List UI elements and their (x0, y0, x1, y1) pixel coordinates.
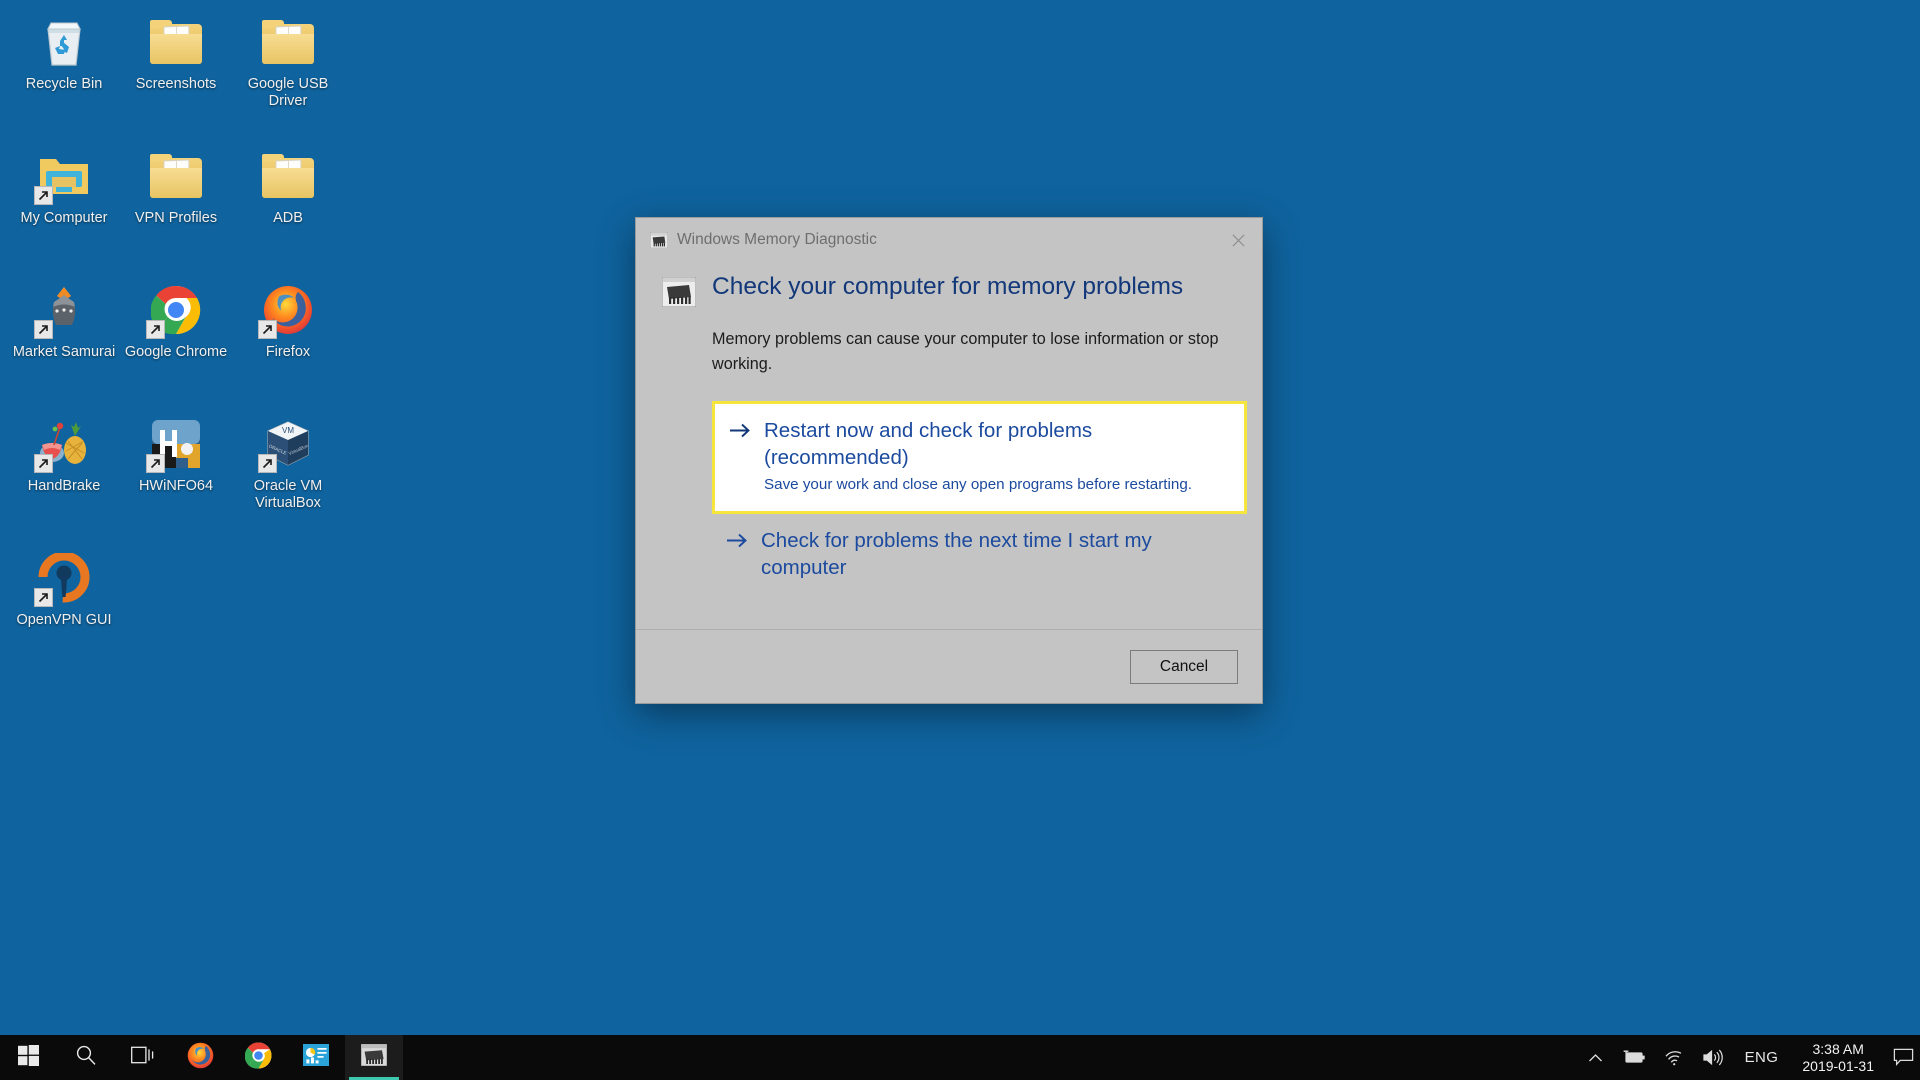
memory-chip-icon (360, 1043, 388, 1071)
firefox-icon (187, 1042, 214, 1074)
hwinfo-icon (146, 416, 204, 473)
desktop-icon-vpn-profiles[interactable]: VPN Profiles (120, 142, 232, 264)
desktop-icon-label: Screenshots (135, 76, 217, 92)
desktop-icon-screenshots[interactable]: Screenshots (120, 8, 232, 130)
dialog-title-bar[interactable]: Windows Memory Diagnostic (636, 218, 1262, 262)
chrome-icon (244, 1041, 272, 1074)
desktop-icon-label: Firefox (265, 344, 311, 360)
shortcut-arrow-icon (34, 186, 53, 205)
dialog-footer: Cancel (636, 629, 1262, 703)
desktop-icon-oracle-vm-virtualbox[interactable]: VM ORACLE VirtualBox Oracle VM VirtualBox (232, 410, 344, 532)
market-samurai-icon (34, 282, 92, 339)
desktop-icon-label: VPN Profiles (134, 210, 218, 226)
shortcut-arrow-icon (146, 320, 165, 339)
option-check-next-start[interactable]: Check for problems the next time I start… (712, 514, 1247, 596)
action-center-icon[interactable] (1886, 1035, 1920, 1080)
dialog-body: Check your computer for memory problems … (636, 262, 1262, 629)
system-tray: ENG 3:38 AM 2019-01-31 (1579, 1035, 1920, 1080)
dialog-title: Windows Memory Diagnostic (677, 231, 877, 248)
folder-icon (260, 148, 316, 204)
svg-text:VM: VM (282, 426, 294, 435)
desktop-icon-google-usb-driver[interactable]: Google USB Driver (232, 8, 344, 130)
taskbar-memory-diagnostic[interactable] (345, 1035, 403, 1080)
desktop-icon-grid: Recycle Bin Screenshots Google USB Driver M… (8, 8, 344, 666)
recycle-bin-icon (36, 14, 92, 70)
shortcut-arrow-icon (34, 320, 53, 339)
shortcut-arrow-icon (258, 320, 277, 339)
dialog-description: Memory problems can cause your computer … (712, 330, 1219, 373)
desktop-icon-hwinfo64[interactable]: HWiNFO64 (120, 410, 232, 532)
windows-memory-diagnostic-dialog: Windows Memory Diagnostic Check your com… (636, 218, 1262, 703)
shortcut-arrow-icon (258, 454, 277, 473)
dialog-heading: Check your computer for memory problems (712, 273, 1184, 300)
cancel-button[interactable]: Cancel (1130, 649, 1238, 684)
desktop-icon-handbrake[interactable]: HandBrake (8, 410, 120, 532)
battery-charging-icon[interactable] (1612, 1035, 1655, 1080)
virtualbox-icon: VM ORACLE VirtualBox (258, 416, 316, 473)
desktop-icon-label: ADB (273, 210, 303, 226)
option-check-next-start-label: Check for problems the next time I start… (761, 528, 1152, 579)
desktop-icon-label: Google USB Driver (247, 76, 329, 109)
desktop-icon-recycle-bin[interactable]: Recycle Bin (8, 8, 120, 130)
arrow-right-icon (726, 532, 748, 581)
desktop-icon-label: HWiNFO64 (138, 478, 214, 494)
desktop-icon-label: HandBrake (27, 478, 101, 494)
dialog-heading-row: Check your computer for memory problems (661, 272, 1236, 308)
shortcut-arrow-icon (34, 454, 53, 473)
folder-icon (260, 14, 316, 70)
desktop-icon-label: My Computer (20, 210, 108, 226)
desktop-icon-label: Market Samurai (12, 344, 116, 360)
desktop-icon-adb[interactable]: ADB (232, 142, 344, 264)
memory-chip-icon (649, 231, 669, 249)
option-restart-now[interactable]: Restart now and check for problems (reco… (712, 401, 1247, 514)
desktop-icon-google-chrome[interactable]: Google Chrome (120, 276, 232, 398)
desktop-icon-label: Recycle Bin (25, 76, 103, 92)
desktop-icon-label: Oracle VM VirtualBox (253, 478, 323, 511)
wifi-icon[interactable] (1655, 1035, 1693, 1080)
desktop-icon-label: OpenVPN GUI (16, 612, 112, 628)
task-view-button[interactable] (114, 1035, 171, 1080)
handbrake-icon (34, 416, 92, 473)
taskbar: ENG 3:38 AM 2019-01-31 (0, 1035, 1920, 1080)
openvpn-icon (34, 550, 92, 607)
show-hidden-icons-chevron[interactable] (1579, 1035, 1612, 1080)
option-restart-now-label: Restart now and check for problems (reco… (764, 419, 1093, 469)
clock-date: 2019-01-31 (1802, 1057, 1874, 1074)
desktop-icon-openvpn-gui[interactable]: OpenVPN GUI (8, 544, 120, 666)
firefox-icon (258, 282, 316, 339)
arrow-right-icon (729, 422, 751, 496)
task-view-icon (130, 1045, 155, 1070)
language-indicator[interactable]: ENG (1733, 1035, 1791, 1080)
shortcut-arrow-icon (146, 454, 165, 473)
option-restart-now-sublabel: Save your work and close any open progra… (764, 476, 1193, 493)
chrome-icon (146, 282, 204, 339)
dashboard-app-icon (303, 1044, 329, 1071)
search-icon (75, 1044, 97, 1071)
volume-icon[interactable] (1693, 1035, 1733, 1080)
shortcut-arrow-icon (34, 588, 53, 607)
my-computer-icon (34, 148, 92, 205)
close-icon[interactable] (1215, 218, 1262, 262)
clock-time: 3:38 AM (1812, 1040, 1864, 1057)
taskbar-chrome[interactable] (229, 1035, 287, 1080)
search-button[interactable] (57, 1035, 114, 1080)
folder-icon (148, 14, 204, 70)
desktop-icon-my-computer[interactable]: My Computer (8, 142, 120, 264)
dialog-options: Restart now and check for problems (reco… (712, 401, 1247, 596)
start-button[interactable] (0, 1035, 57, 1080)
folder-icon (148, 148, 204, 204)
taskbar-firefox[interactable] (171, 1035, 229, 1080)
clock[interactable]: 3:38 AM 2019-01-31 (1790, 1035, 1886, 1080)
desktop-icon-market-samurai[interactable]: Market Samurai (8, 276, 120, 398)
windows-logo-icon (18, 1044, 39, 1071)
desktop-icon-label: Google Chrome (124, 344, 228, 360)
memory-chip-icon (661, 276, 697, 308)
taskbar-dashboard[interactable] (287, 1035, 345, 1080)
desktop-icon-firefox[interactable]: Firefox (232, 276, 344, 398)
